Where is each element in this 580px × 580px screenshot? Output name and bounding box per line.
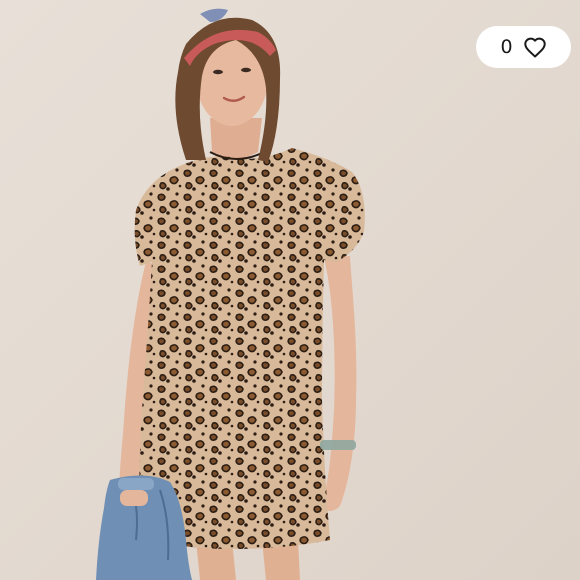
heart-outline-icon — [523, 36, 547, 58]
like-count: 0 — [500, 35, 513, 58]
model-hand — [120, 490, 148, 506]
bracelet — [320, 440, 356, 450]
product-photo-canvas — [0, 0, 580, 580]
like-button[interactable]: 0 — [476, 26, 571, 68]
product-photo[interactable] — [0, 0, 580, 580]
